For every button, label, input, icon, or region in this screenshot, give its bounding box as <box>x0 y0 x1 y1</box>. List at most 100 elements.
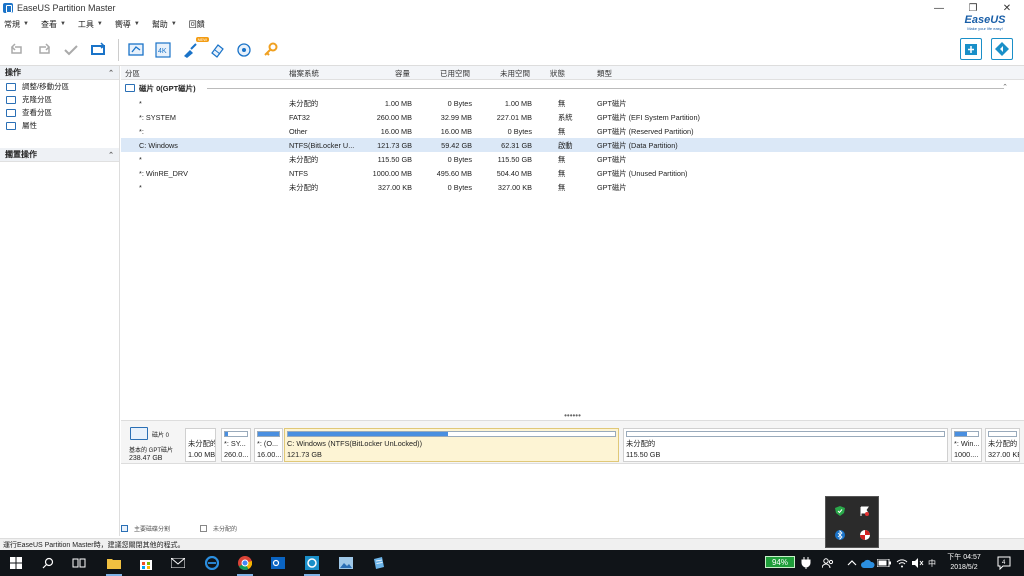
col-used[interactable]: 已用空間 <box>440 68 470 79</box>
operations-header[interactable]: 操作 ⌃ <box>0 66 119 80</box>
security-check-icon[interactable] <box>834 505 846 517</box>
disk-map-partition[interactable]: *: (O... 16.00... <box>254 428 283 462</box>
pending-header[interactable]: 擱置操作 ⌃ <box>0 148 119 162</box>
disk-map-partition[interactable]: 未分配的 327.00 KB <box>985 428 1020 462</box>
op-clone[interactable]: 克隆分區 <box>0 93 119 106</box>
partition-size: 1000.... <box>954 450 979 459</box>
volume-muted-icon[interactable] <box>908 553 928 573</box>
cell-unused: 227.01 MB <box>496 113 532 122</box>
partition-label: *: Win... <box>954 439 980 448</box>
col-status[interactable]: 狀態 <box>550 68 565 79</box>
col-type[interactable]: 類型 <box>597 68 612 79</box>
collapse-icon[interactable]: ⌃ <box>1002 83 1008 91</box>
splitter-handle[interactable]: •••••• <box>121 412 1024 420</box>
taskbar-store[interactable] <box>136 553 156 573</box>
task-view-button[interactable] <box>69 553 89 573</box>
cell-filesystem: NTFS <box>289 169 309 178</box>
table-row[interactable]: *: Other 16.00 MB 16.00 MB 0 Bytes 無 GPT磁片 (Re… <box>121 124 1024 138</box>
op-explore[interactable]: 查看分區 <box>0 106 119 119</box>
cell-capacity: 1000.00 MB <box>372 169 412 178</box>
col-partition[interactable]: 分區 <box>125 68 140 79</box>
op-properties[interactable]: 屬性 <box>0 119 119 132</box>
taskbar-notepad[interactable] <box>369 553 389 573</box>
power-plug-icon[interactable] <box>796 553 816 573</box>
cleanup-button[interactable]: NEW <box>179 36 209 61</box>
taskbar-easeus[interactable] <box>302 553 322 576</box>
menu-wizard[interactable]: 嚮導 ▼ <box>115 19 140 30</box>
menu-view[interactable]: 查看 ▼ <box>41 19 66 30</box>
col-capacity[interactable]: 容量 <box>395 68 410 79</box>
partition-size: 1.00 MB <box>188 450 216 459</box>
disk-map-info[interactable]: 磁片 0 基本的 GPT磁片 238.47 GB <box>127 425 183 462</box>
shield-red-icon[interactable] <box>859 529 871 541</box>
disk-map-partition[interactable]: 未分配的 115.50 GB <box>623 428 948 462</box>
flag-alert-icon[interactable] <box>859 505 871 517</box>
window-title: EaseUS Partition Master <box>17 3 116 13</box>
taskbar-outlook[interactable] <box>268 553 288 573</box>
apply-button[interactable] <box>60 39 82 61</box>
start-button[interactable] <box>6 553 26 573</box>
left-panel: 操作 ⌃ 調整/移動分區 克隆分區 查看分區 屬性 擱置操作 ⌃ <box>0 66 120 536</box>
caret-down-icon: ▼ <box>170 21 177 27</box>
collapse-icon[interactable]: ⌃ <box>108 69 114 77</box>
table-row[interactable]: * 未分配的 1.00 MB 0 Bytes 1.00 MB 無 GPT磁片 <box>121 96 1024 110</box>
winpe-button[interactable] <box>960 38 982 60</box>
undo-button[interactable] <box>6 39 28 61</box>
menu-feedback[interactable]: 回饋 <box>189 19 205 30</box>
cell-capacity: 16.00 MB <box>380 127 412 136</box>
cell-status: 無 <box>558 183 566 192</box>
cell-filesystem: 未分配的 <box>289 155 319 164</box>
col-unused[interactable]: 未用空間 <box>500 68 530 79</box>
search-button[interactable] <box>38 553 58 573</box>
table-row[interactable]: * 未分配的 115.50 GB 0 Bytes 115.50 GB 無 GPT磁片 <box>121 152 1024 166</box>
menu-help[interactable]: 幫助 ▼ <box>152 19 177 30</box>
redo-button[interactable] <box>33 39 55 61</box>
minimize-button[interactable]: — <box>922 0 956 16</box>
disk-row[interactable]: 磁片 0(GPT磁片) ⌃ <box>121 80 1024 96</box>
ime-indicator[interactable]: 中 <box>928 558 936 569</box>
cell-unused: 115.50 GB <box>497 155 532 164</box>
taskbar-edge[interactable] <box>202 553 222 573</box>
key-icon <box>264 42 278 56</box>
disk-map-partition[interactable]: *: SY... 260.0... <box>221 428 251 462</box>
table-row[interactable]: *: WinRE_DRV NTFS 1000.00 MB 495.60 MB 504.4… <box>121 166 1024 180</box>
menu-tools[interactable]: 工具 ▼ <box>78 19 103 30</box>
wipe-button[interactable] <box>206 39 228 61</box>
cell-status: 無 <box>558 127 566 136</box>
collapse-icon[interactable]: ⌃ <box>108 151 114 159</box>
disk-map-partition[interactable]: *: Win... 1000.... <box>951 428 982 462</box>
cleanup-icon <box>184 42 197 58</box>
cell-filesystem: FAT32 <box>289 113 310 122</box>
license-key-button[interactable] <box>260 39 282 61</box>
partition-label: C: Windows (NTFS(BitLocker UnLocked)) <box>287 439 423 448</box>
taskbar-photos[interactable] <box>336 553 356 573</box>
undo-icon <box>10 42 22 54</box>
col-filesystem[interactable]: 檔案系統 <box>289 68 319 79</box>
people-icon[interactable] <box>818 553 838 573</box>
battery-tray-icon[interactable] <box>874 553 894 573</box>
apply-icon <box>64 44 78 55</box>
taskbar-chrome[interactable] <box>235 553 255 576</box>
disk-map-partition[interactable]: C: Windows (NTFS(BitLocker UnLocked)) 121… <box>284 428 619 462</box>
table-row[interactable]: *: SYSTEM FAT32 260.00 MB 32.99 MB 227.01 MB… <box>121 110 1024 124</box>
table-row[interactable]: C: Windows NTFS(BitLocker U... 121.73 GB 59… <box>121 138 1024 152</box>
disk-map-partition[interactable]: 未分配的 1.00 MB <box>185 428 216 462</box>
migrate-os-button[interactable] <box>125 39 147 61</box>
layout-button[interactable] <box>991 38 1013 60</box>
table-row[interactable]: * 未分配的 327.00 KB 0 Bytes 327.00 KB 無 GPT磁片 <box>121 180 1024 194</box>
op-resize-move[interactable]: 調整/移動分區 <box>0 80 119 93</box>
clock[interactable]: 下午 04:57 2018/5/2 <box>940 553 988 573</box>
caret-down-icon: ▼ <box>23 21 29 27</box>
battery-indicator[interactable]: 94% <box>765 556 795 568</box>
bluetooth-icon[interactable] <box>834 529 846 541</box>
menu-general[interactable]: 常規 ▼ <box>4 19 29 30</box>
taskbar-file-explorer[interactable] <box>104 553 124 576</box>
taskbar-mail[interactable] <box>168 553 188 573</box>
easeus-icon <box>305 556 319 570</box>
refresh-button[interactable] <box>87 39 109 61</box>
cell-type: GPT磁片 (EFI System Partition) <box>597 113 700 122</box>
disk-check-button[interactable] <box>233 39 255 61</box>
4k-align-icon: 4K <box>155 41 171 58</box>
action-center-button[interactable]: 4 <box>994 553 1014 573</box>
4k-align-button[interactable]: 4K <box>152 39 174 61</box>
